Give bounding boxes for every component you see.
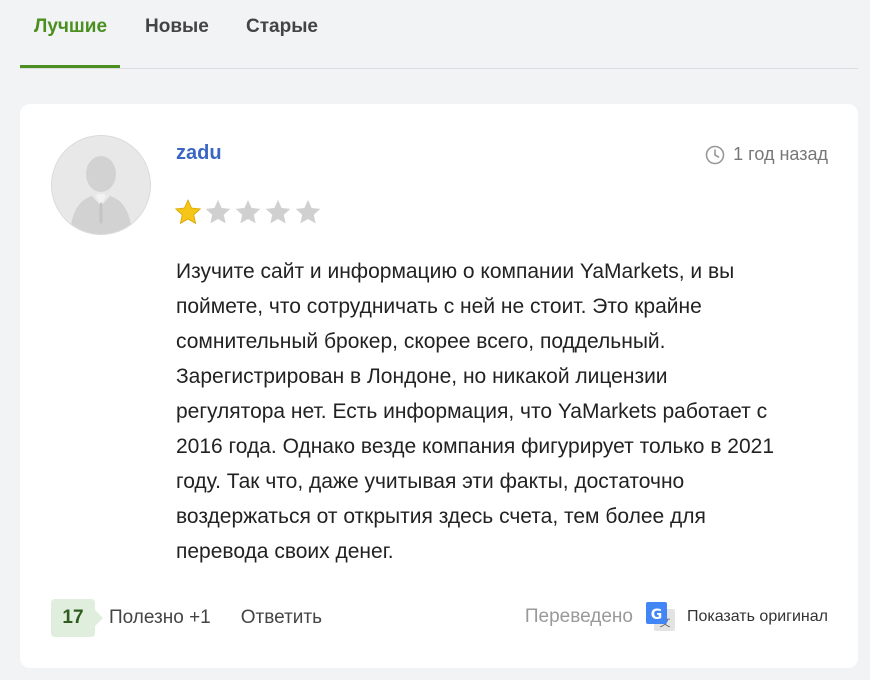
star-empty-icon bbox=[235, 200, 261, 224]
avatar bbox=[51, 135, 151, 235]
star-filled-icon bbox=[174, 199, 202, 225]
review-line: Изучите сайт и информацию о компании YaM… bbox=[176, 260, 735, 283]
review-line: году. Так что, даже учитывая эти факты, … bbox=[176, 470, 685, 493]
review-line: сомнительный брокер, скорее всего, подде… bbox=[176, 330, 666, 353]
time-label: 1 год назад bbox=[733, 144, 828, 164]
review-line: перевода своих денег. bbox=[176, 540, 394, 563]
helpful-count-badge: 17 bbox=[51, 599, 103, 637]
tab-old[interactable]: Старые bbox=[246, 16, 318, 38]
review-line: воздержаться от открытия здесь счета, те… bbox=[176, 505, 706, 528]
user-silhouette-icon bbox=[52, 136, 150, 234]
clock-icon bbox=[705, 145, 725, 164]
star-empty-icon bbox=[265, 200, 291, 224]
translated-label: Переведено bbox=[524, 606, 633, 627]
star-rating bbox=[174, 198, 322, 226]
review-line: поймете, что сотрудничать с ней не стоит… bbox=[176, 295, 702, 318]
active-tab-indicator bbox=[20, 65, 120, 68]
review-line: Зарегистрирован в Лондоне, но никакой ли… bbox=[176, 365, 668, 388]
tab-new[interactable]: Новые bbox=[145, 16, 209, 38]
tab-best[interactable]: Лучшие bbox=[34, 16, 107, 38]
svg-text:G: G bbox=[651, 607, 663, 623]
google-translate-icon: 文 G bbox=[645, 602, 675, 631]
sort-tabs: Лучшие Новые Старые bbox=[20, 0, 858, 69]
star-empty-icon bbox=[295, 200, 321, 224]
review-line: 2016 года. Однако везде компания фигурир… bbox=[176, 435, 775, 458]
reply-button[interactable]: Ответить bbox=[241, 607, 322, 629]
review-card: zadu 1 год назад Изучите сайт и информац… bbox=[20, 104, 858, 668]
star-empty-icon bbox=[205, 200, 231, 224]
review-actions: 17 Полезно +1 Ответить bbox=[51, 599, 322, 637]
review-line: регулятора нет. Есть информация, что YaM… bbox=[176, 400, 768, 423]
review-time: 1 год назад bbox=[705, 144, 828, 165]
helpful-button[interactable]: Полезно +1 bbox=[109, 607, 211, 629]
translation-info: Переведено 文 G Показать оригинал bbox=[525, 601, 828, 633]
review-text: Изучите сайт и информацию о компании YaM… bbox=[176, 254, 836, 569]
review-author[interactable]: zadu bbox=[176, 142, 222, 165]
show-original-button[interactable]: Показать оригинал bbox=[687, 608, 828, 626]
